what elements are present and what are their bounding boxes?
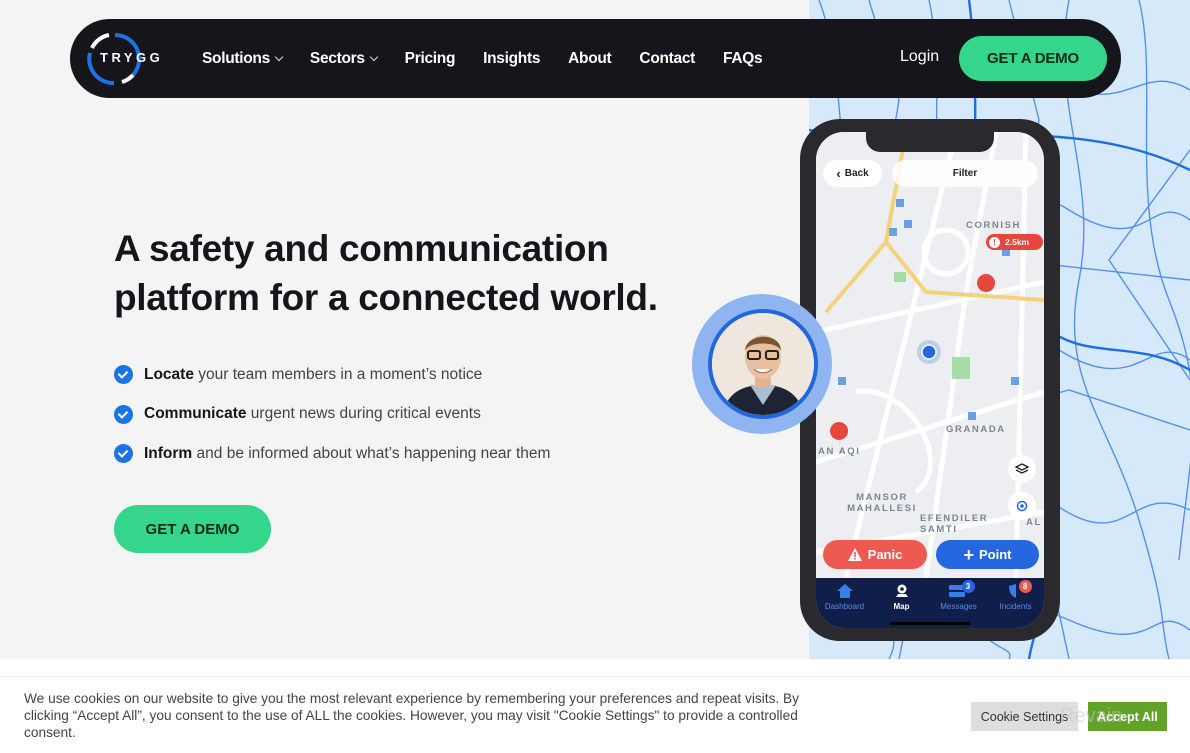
home-indicator bbox=[890, 622, 970, 625]
check-circle-icon bbox=[114, 365, 133, 385]
map-label: GRANADA bbox=[946, 424, 1006, 435]
back-button[interactable]: ‹ Back bbox=[823, 160, 882, 187]
distance-value: 2.5km bbox=[1005, 237, 1030, 247]
hero-section: TRYGG Solutions Sectors Pricing Insights… bbox=[0, 0, 1190, 659]
distance-badge[interactable]: ! 2.5km bbox=[986, 234, 1043, 250]
tab-incidents[interactable]: 8 Incidents bbox=[987, 578, 1044, 628]
chevron-left-icon: ‹ bbox=[836, 166, 841, 181]
tab-label: Map bbox=[893, 602, 910, 611]
feature-item: Communicate urgent news during critical … bbox=[114, 395, 550, 435]
check-circle-icon bbox=[114, 404, 133, 424]
my-location-button[interactable] bbox=[1008, 492, 1036, 520]
incidents-icon: 8 bbox=[1006, 580, 1032, 599]
map-label: AL bbox=[1026, 517, 1042, 528]
login-link[interactable]: Login bbox=[900, 48, 939, 66]
plus-icon: + bbox=[963, 544, 974, 565]
nav-get-demo-button[interactable]: GET A DEMO bbox=[959, 36, 1107, 81]
nav-links: Solutions Sectors Pricing Insights About… bbox=[202, 19, 790, 98]
home-icon bbox=[835, 583, 855, 599]
warning-icon bbox=[847, 548, 862, 561]
accept-all-button[interactable]: Accept All bbox=[1088, 702, 1167, 731]
feature-text: Communicate urgent news during critical … bbox=[144, 405, 481, 423]
point-button[interactable]: + Point bbox=[936, 540, 1039, 569]
map-pin-icon bbox=[892, 583, 912, 599]
alert-icon: ! bbox=[989, 236, 1000, 248]
feature-rest: your team members in a moment’s notice bbox=[193, 365, 483, 383]
phone-screen: ‹ Back Filter CORNISH GRANADA AN AQI MANS… bbox=[816, 132, 1044, 628]
person-photo bbox=[712, 313, 814, 415]
map-label: CORNISH bbox=[966, 220, 1022, 231]
tab-label: Messages bbox=[940, 602, 977, 611]
trygg-logo[interactable]: TRYGG bbox=[84, 31, 166, 87]
top-navigation-bar: TRYGG Solutions Sectors Pricing Insights… bbox=[70, 19, 1121, 98]
nav-link-pricing[interactable]: Pricing bbox=[405, 50, 456, 68]
tab-dashboard[interactable]: Dashboard bbox=[816, 578, 873, 628]
back-label: Back bbox=[844, 168, 869, 179]
feature-rest: urgent news during critical events bbox=[246, 405, 481, 423]
crosshair-icon bbox=[1016, 500, 1028, 512]
layers-icon bbox=[1015, 463, 1029, 474]
nav-link-sectors[interactable]: Sectors bbox=[309, 49, 378, 68]
feature-list: Locate your team members in a moment’s n… bbox=[114, 355, 550, 474]
phone-mockup: ‹ Back Filter CORNISH GRANADA AN AQI MANS… bbox=[800, 119, 1060, 641]
layers-button[interactable] bbox=[1008, 455, 1036, 483]
feature-bold: Inform bbox=[144, 444, 193, 462]
filter-bar[interactable]: Filter bbox=[892, 160, 1038, 187]
logo-text: TRYGG bbox=[100, 50, 164, 65]
cookie-banner: We use cookies on our website to give yo… bbox=[0, 676, 1190, 753]
feature-rest: and be informed about what’s happening n… bbox=[192, 444, 551, 462]
tab-map[interactable]: Map bbox=[873, 578, 930, 628]
incidents-badge: 8 bbox=[1018, 580, 1032, 593]
phone-notch bbox=[866, 132, 994, 152]
user-avatar bbox=[708, 309, 818, 419]
nav-link-label: Solutions bbox=[202, 49, 270, 67]
feature-item: Locate your team members in a moment’s n… bbox=[114, 355, 550, 395]
feature-text: Locate your team members in a moment’s n… bbox=[144, 366, 482, 384]
cookie-settings-button[interactable]: Cookie Settings bbox=[971, 702, 1078, 731]
tab-messages[interactable]: 3 Messages bbox=[930, 578, 987, 628]
feature-item: Inform and be informed about what’s happ… bbox=[114, 434, 550, 474]
map-label: MANSOR MAHALLESI bbox=[847, 492, 917, 514]
cookie-text: We use cookies on our website to give yo… bbox=[24, 691, 800, 740]
nav-link-about[interactable]: About bbox=[568, 50, 612, 68]
chevron-down-icon bbox=[274, 52, 284, 61]
chevron-down-icon bbox=[369, 52, 378, 61]
point-label: Point bbox=[979, 547, 1012, 562]
nav-link-insights[interactable]: Insights bbox=[483, 50, 540, 68]
messages-icon: 3 bbox=[948, 580, 975, 599]
feature-text: Inform and be informed about what’s happ… bbox=[144, 445, 550, 463]
feature-bold: Locate bbox=[144, 365, 194, 383]
tab-label: Dashboard bbox=[824, 602, 865, 611]
feature-bold: Communicate bbox=[144, 405, 247, 423]
app-tab-bar: Dashboard Map 3 Messages 8 Incidents bbox=[816, 578, 1044, 628]
messages-badge: 3 bbox=[961, 580, 975, 593]
nav-link-contact[interactable]: Contact bbox=[639, 50, 695, 68]
map-label: AN AQI bbox=[818, 446, 861, 457]
tab-label: Incidents bbox=[999, 602, 1032, 611]
check-circle-icon bbox=[114, 444, 133, 464]
nav-link-solutions[interactable]: Solutions bbox=[202, 49, 284, 68]
nav-link-label: Sectors bbox=[309, 49, 365, 67]
panic-button[interactable]: Panic bbox=[823, 540, 927, 569]
panic-label: Panic bbox=[867, 547, 903, 562]
map-label: EFENDILER SAMTI bbox=[920, 513, 989, 535]
nav-link-faqs[interactable]: FAQs bbox=[723, 50, 763, 68]
hero-get-demo-button[interactable]: GET A DEMO bbox=[114, 505, 271, 553]
hero-headline: A safety and communication platform for … bbox=[114, 228, 658, 318]
